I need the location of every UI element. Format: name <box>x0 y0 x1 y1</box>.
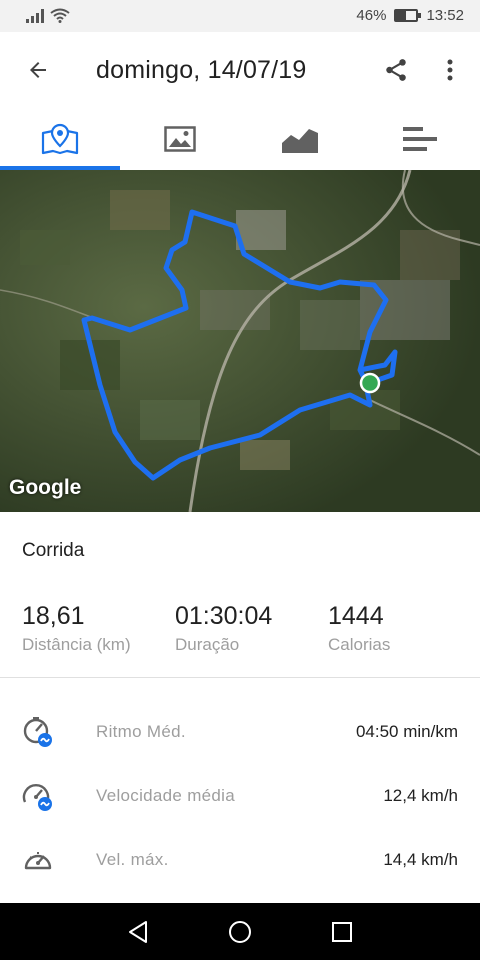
status-right: 46% 13:52 <box>356 7 464 24</box>
metric-value-max-speed: 14,4 km/h <box>383 850 458 869</box>
signal-icon <box>26 9 44 23</box>
share-icon <box>386 59 406 81</box>
stat-calories-value: 1444 <box>328 602 384 630</box>
metric-label-pace: Ritmo Méd. <box>96 722 186 741</box>
stat-distance-value: 18,61 <box>22 602 85 630</box>
stat-distance: 18,61 Distância (km) <box>22 602 131 655</box>
metric-row-max-speed: Vel. máx. 14,4 km/h <box>0 840 480 880</box>
image-icon <box>164 126 196 152</box>
stat-duration-label: Duração <box>175 635 240 654</box>
back-button[interactable] <box>18 50 58 90</box>
map-pin-icon <box>41 123 79 155</box>
wifi-icon <box>50 8 70 23</box>
nav-back-icon <box>129 921 147 943</box>
nav-back-button[interactable] <box>123 917 153 947</box>
divider <box>0 677 480 678</box>
system-nav-bar <box>0 903 480 960</box>
battery-percent: 46% <box>356 7 387 24</box>
tab-bar <box>0 108 480 170</box>
more-options-button[interactable] <box>432 50 468 90</box>
tab-map[interactable] <box>0 108 120 170</box>
activity-type: Corrida <box>22 540 85 561</box>
average-speed-icon <box>22 784 52 811</box>
metric-row-pace: Ritmo Méd. 04:50 min/km <box>0 712 480 752</box>
status-left <box>26 8 70 23</box>
stat-distance-label: Distância (km) <box>22 635 131 654</box>
stat-calories-label: Calorias <box>328 635 391 654</box>
nav-home-button[interactable] <box>225 917 255 947</box>
pace-icon <box>23 717 52 747</box>
nav-recents-button[interactable] <box>327 917 357 947</box>
bars-icon <box>403 127 437 151</box>
metric-row-avg-speed: Velocidade média 12,4 km/h <box>0 776 480 816</box>
battery-icon <box>394 9 422 22</box>
stat-calories: 1444 Calorias <box>328 602 390 655</box>
map-provider-logo: Google <box>9 476 82 499</box>
metric-label-max-speed: Vel. máx. <box>96 850 169 869</box>
stat-duration-value: 01:30:04 <box>175 602 273 630</box>
tab-charts[interactable] <box>240 108 360 170</box>
app-bar: domingo, 14/07/19 <box>0 32 480 108</box>
more-vert-icon <box>447 59 453 81</box>
battery-fill <box>396 11 406 20</box>
arrow-back-icon <box>30 62 46 78</box>
clock: 13:52 <box>426 7 464 24</box>
nav-home-icon <box>229 921 251 943</box>
tab-photos[interactable] <box>120 108 240 170</box>
satellite-map-image <box>0 170 480 512</box>
area-chart-icon <box>281 125 319 153</box>
stat-duration: 01:30:04 Duração <box>175 602 272 655</box>
route-map[interactable]: Google <box>0 170 480 512</box>
page-title: domingo, 14/07/19 <box>96 56 307 84</box>
metric-value-pace: 04:50 min/km <box>355 722 458 741</box>
max-speed-icon <box>24 852 52 870</box>
nav-recents-icon <box>332 922 352 942</box>
tab-laps[interactable] <box>360 108 480 170</box>
metric-label-avg-speed: Velocidade média <box>96 786 236 805</box>
share-button[interactable] <box>376 50 416 90</box>
metric-value-avg-speed: 12,4 km/h <box>383 786 458 805</box>
status-bar: 46% 13:52 <box>0 0 480 32</box>
